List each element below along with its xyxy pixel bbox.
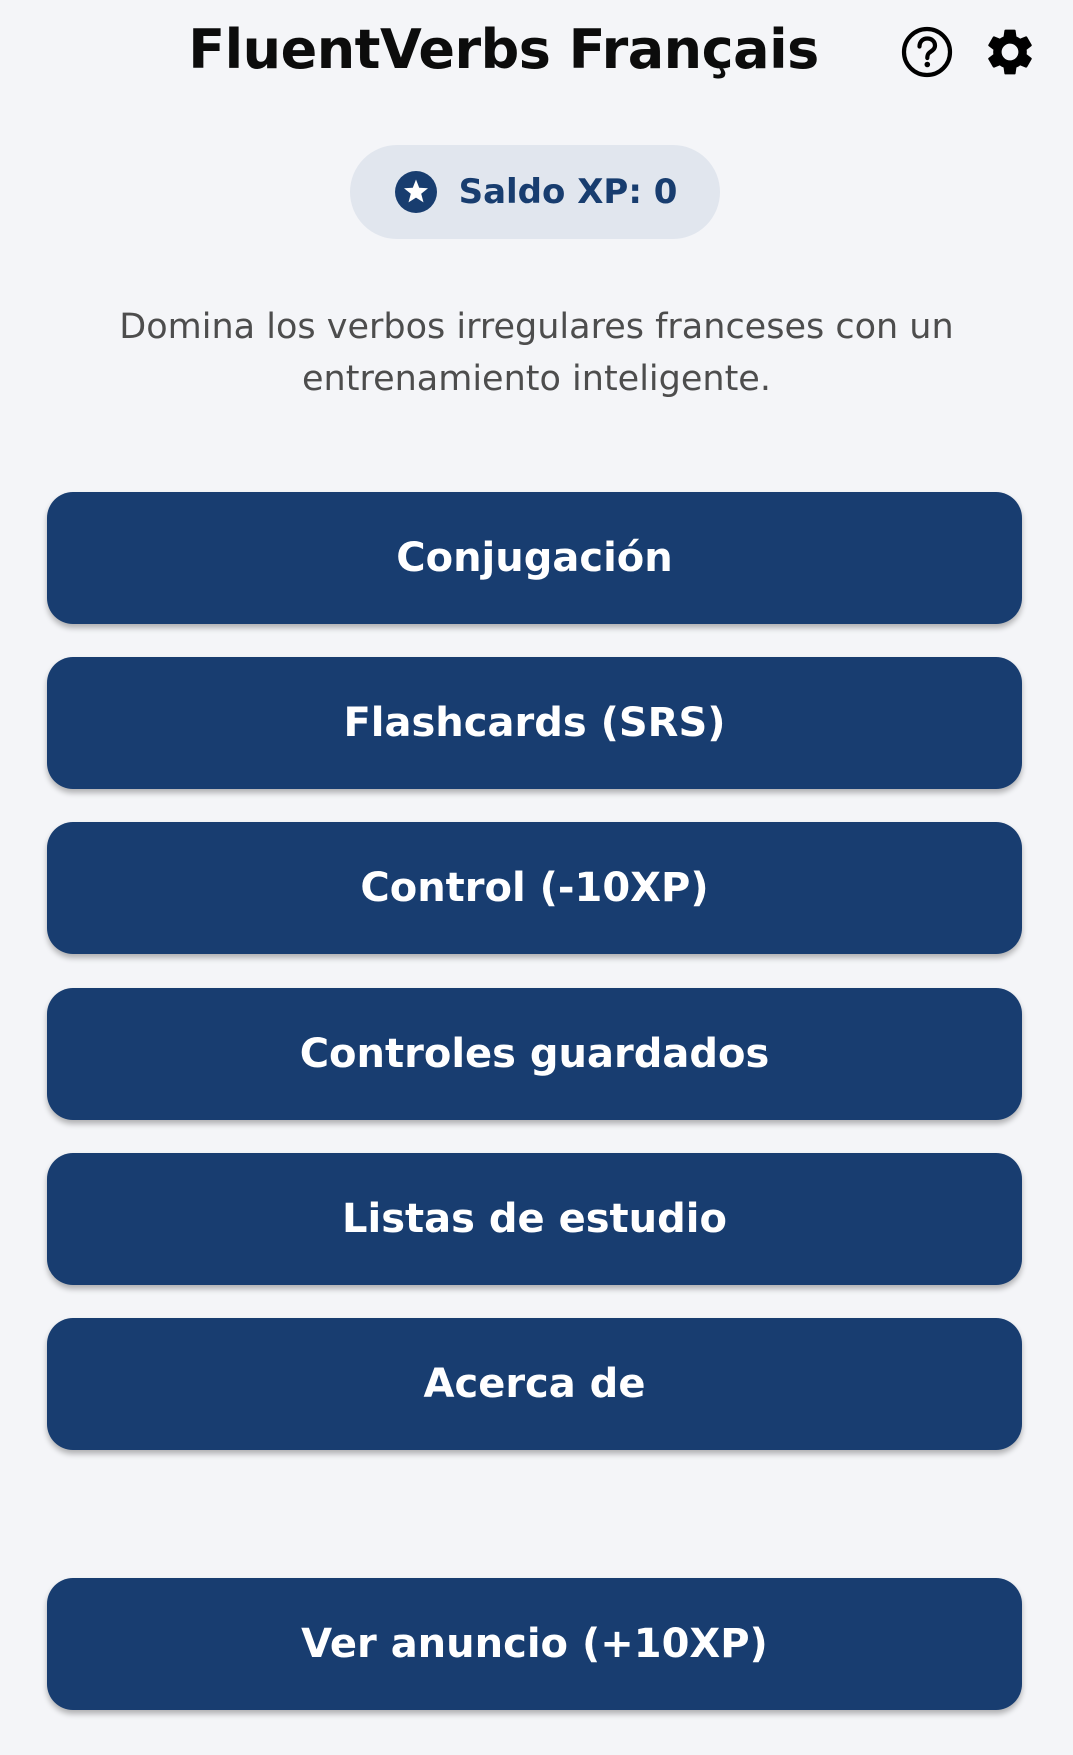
settings-button[interactable] bbox=[980, 22, 1040, 82]
watch-ad-button[interactable]: Ver anuncio (+10XP) bbox=[47, 1578, 1022, 1710]
saved-controls-button[interactable]: Controles guardados bbox=[47, 988, 1022, 1120]
star-circle-icon bbox=[394, 171, 437, 213]
study-lists-button[interactable]: Listas de estudio bbox=[47, 1153, 1022, 1285]
about-button[interactable]: Acerca de bbox=[47, 1318, 1022, 1450]
tagline: Domina los verbos irregulares franceses … bbox=[119, 307, 954, 399]
gear-icon bbox=[988, 29, 1032, 75]
control-button[interactable]: Control (-10XP) bbox=[47, 822, 1022, 954]
conjugation-button[interactable]: Conjugación bbox=[47, 492, 1022, 624]
xp-balance-badge: Saldo XP: 0 bbox=[350, 145, 720, 239]
xp-balance-label: Saldo XP: 0 bbox=[458, 172, 678, 212]
flashcards-button[interactable]: Flashcards (SRS) bbox=[47, 657, 1022, 789]
help-circle-icon bbox=[901, 26, 953, 78]
help-button[interactable] bbox=[897, 22, 957, 82]
